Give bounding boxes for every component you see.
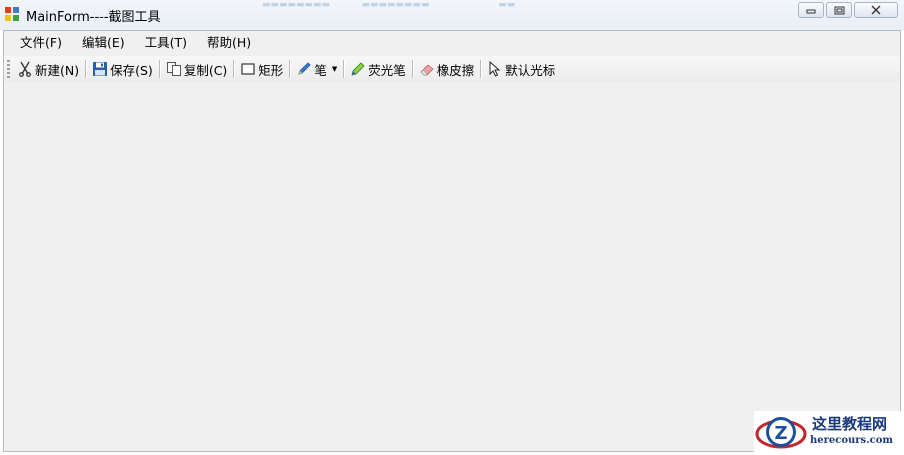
default-cursor-button[interactable]: 默认光标 [484,58,558,80]
rectangle-button[interactable]: 矩形 [237,58,286,80]
menu-edit[interactable]: 编辑(E) [72,33,135,53]
client-area: 文件(F) 编辑(E) 工具(T) 帮助(H) 新建(N) 保存(S) 复制(C… [3,30,901,452]
copy-label: 复制(C) [183,62,228,78]
toolbar-separator [85,60,87,78]
chevron-down-icon: ▼ [331,65,338,73]
pen-dropdown-button[interactable]: 笔 ▼ [293,58,340,80]
highlighter-button[interactable]: 荧光笔 [347,58,409,80]
watermark-logo: Z [755,417,807,449]
rectangle-label: 矩形 [258,62,284,78]
menu-bar: 文件(F) 编辑(E) 工具(T) 帮助(H) [4,31,900,55]
scissors-icon [19,61,31,77]
save-label: 保存(S) [110,62,153,78]
new-button[interactable]: 新建(N) [14,58,82,80]
window-title: MainForm----截图工具 [26,10,161,25]
copy-icon [166,62,181,76]
background-ghost: ▬▬▬▬▬▬▬▬ ▬▬▬▬▬▬▬▬ ▬▬ [262,0,516,10]
title-bar: ▬▬▬▬▬▬▬▬ ▬▬▬▬▬▬▬▬ ▬▬ MainForm----截图工具 [0,0,904,30]
pen-label: 笔 [314,62,327,78]
default-cursor-label: 默认光标 [505,62,556,78]
watermark-title: 这里教程网 [812,415,888,433]
watermark-subtitle: herecours.com [810,435,894,446]
toolbar-grip[interactable] [7,60,10,78]
toolbar-separator [158,60,160,78]
eraser-button[interactable]: 橡皮擦 [416,58,478,80]
menu-file[interactable]: 文件(F) [10,33,72,53]
minimize-button[interactable] [798,2,824,18]
highlighter-icon [351,62,365,76]
highlighter-label: 荧光笔 [368,62,406,78]
minimize-icon [806,9,816,14]
toolbar-separator [480,60,482,78]
site-watermark: Z 这里教程网 herecours.com [754,411,904,455]
toolbar-separator [233,60,235,78]
restore-button[interactable] [826,2,852,18]
eraser-icon [420,64,434,76]
toolbar-separator [289,60,291,78]
close-icon [871,5,881,15]
toolbar-separator [343,60,345,78]
close-button[interactable] [854,2,898,18]
copy-button[interactable]: 复制(C) [163,58,230,80]
restore-icon [834,6,844,14]
svg-text:Z: Z [774,423,787,444]
menu-help[interactable]: 帮助(H) [197,33,261,53]
eraser-label: 橡皮擦 [436,62,475,78]
floppy-disk-icon [93,62,108,76]
toolbar-separator [411,60,413,78]
canvas-area[interactable] [4,83,900,451]
save-button[interactable]: 保存(S) [89,58,156,80]
app-icon [5,7,19,21]
menu-tools[interactable]: 工具(T) [135,33,197,53]
cursor-arrow-icon [489,61,501,77]
toolbar: 新建(N) 保存(S) 复制(C) 矩形 笔 ▼ 荧光笔 橡皮擦 默认光标 [4,56,900,82]
pencil-icon [298,62,311,75]
new-label: 新建(N) [35,62,80,78]
rectangle-icon [241,63,255,75]
